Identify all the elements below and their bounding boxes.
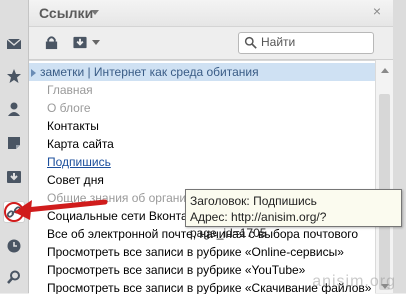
expand-triangle-icon[interactable] [31, 68, 36, 77]
link-tooltip: Заголовок: Подпишись Адрес: http://anisi… [185, 189, 402, 240]
list-item-label: заметки | Интернет как среда обитания [40, 65, 259, 79]
links-panel: Ссылки × заметки | Интернет как среда об… [29, 0, 394, 294]
chevron-down-icon [92, 39, 100, 45]
list-item-selected[interactable]: заметки | Интернет как среда обитания [29, 63, 375, 81]
watermark: anisim.org [312, 273, 396, 290]
toolbar [29, 27, 393, 60]
list-item[interactable]: Просмотреть все записи в рубрике «Online… [47, 243, 344, 261]
search-icon [244, 36, 257, 49]
mail-icon[interactable] [4, 34, 24, 54]
lock-icon[interactable] [41, 32, 61, 52]
scrollbar[interactable] [375, 60, 394, 293]
tooltip-address: Адрес: http://anisim.org/?page_id=1705 [190, 210, 327, 240]
sidebar-rail [0, 0, 29, 293]
search-input[interactable] [261, 34, 366, 50]
import-button[interactable] [69, 32, 103, 52]
close-button[interactable]: × [373, 3, 381, 19]
list-item[interactable]: Карта сайта [47, 135, 114, 153]
window-edge [393, 0, 406, 293]
star-icon[interactable] [4, 66, 24, 86]
panel-title[interactable]: Ссылки [39, 5, 93, 21]
list-item[interactable]: Подпишись [47, 153, 111, 171]
search-field[interactable] [238, 32, 374, 54]
list-item[interactable]: О блоге [47, 99, 91, 117]
scroll-up-icon[interactable] [381, 68, 389, 73]
links-list: заметки | Интернет как среда обитания Гл… [29, 60, 375, 294]
person-icon[interactable] [4, 99, 24, 119]
note-icon[interactable] [4, 133, 24, 153]
list-item[interactable]: Контакты [47, 117, 99, 135]
panel-header: Ссылки × [29, 0, 393, 27]
search-icon[interactable] [4, 267, 24, 287]
title-dropdown-icon[interactable] [91, 10, 99, 15]
list-item[interactable]: Просмотреть все записи в рубрике «YouTub… [47, 261, 305, 279]
list-item[interactable]: Главная [47, 81, 93, 99]
annotation-arrow [4, 199, 108, 222]
tooltip-title: Заголовок: Подпишись [190, 194, 317, 208]
inbox-download-icon [73, 36, 87, 48]
